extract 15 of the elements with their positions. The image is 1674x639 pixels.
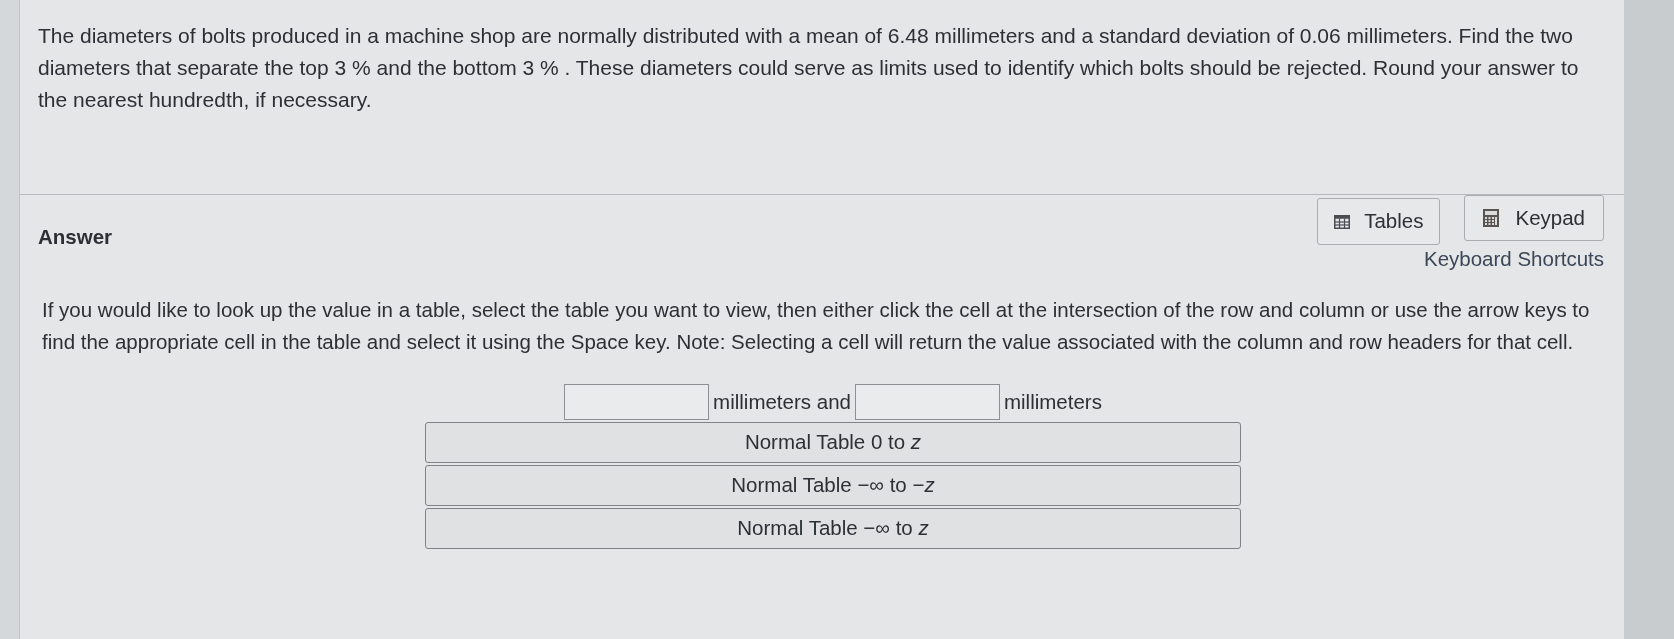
keyboard-shortcuts-link[interactable]: Keyboard Shortcuts [1423, 246, 1604, 272]
normal-table-button[interactable]: Normal Table 0 to z [425, 422, 1241, 463]
instructions-text: If you would like to look up the value in a table, select the table you want to view, then either click the cell at the intersection of the row and column or use the arrow keys to find the appropriate cell in the table and select it using the Space key. Note: Selecting a cell will return the value associated with the column and row headers for that cell. [42, 297, 1591, 355]
answer-input[interactable] [564, 384, 710, 420]
normal-table-button[interactable]: Normal Table −∞ to −z [425, 465, 1241, 506]
keypad-button[interactable]: Keypad [1464, 195, 1604, 241]
table-icon [1334, 214, 1351, 229]
unit-label: millimeters and [713, 388, 851, 415]
answer-heading: Answer [38, 224, 113, 250]
answer-input[interactable] [854, 384, 1000, 420]
unit-label: millimeters [1003, 388, 1102, 415]
tables-button[interactable]: Tables [1317, 198, 1441, 245]
question-text: The diameters of bolts produced in a machine shop are normally distributed with a mean of 6.48 millimeters and a standard deviation of 0.06 millimeters. Find the two diameters that separate the top 3 % and the bottom 3 % . These diameters could serve as limits used to identify which bolts should be rejected. Round your answer to the nearest hundredth, if necessary. [38, 23, 1580, 113]
calculator-icon [1483, 209, 1500, 227]
normal-table-button[interactable]: Normal Table −∞ to z [425, 508, 1241, 549]
